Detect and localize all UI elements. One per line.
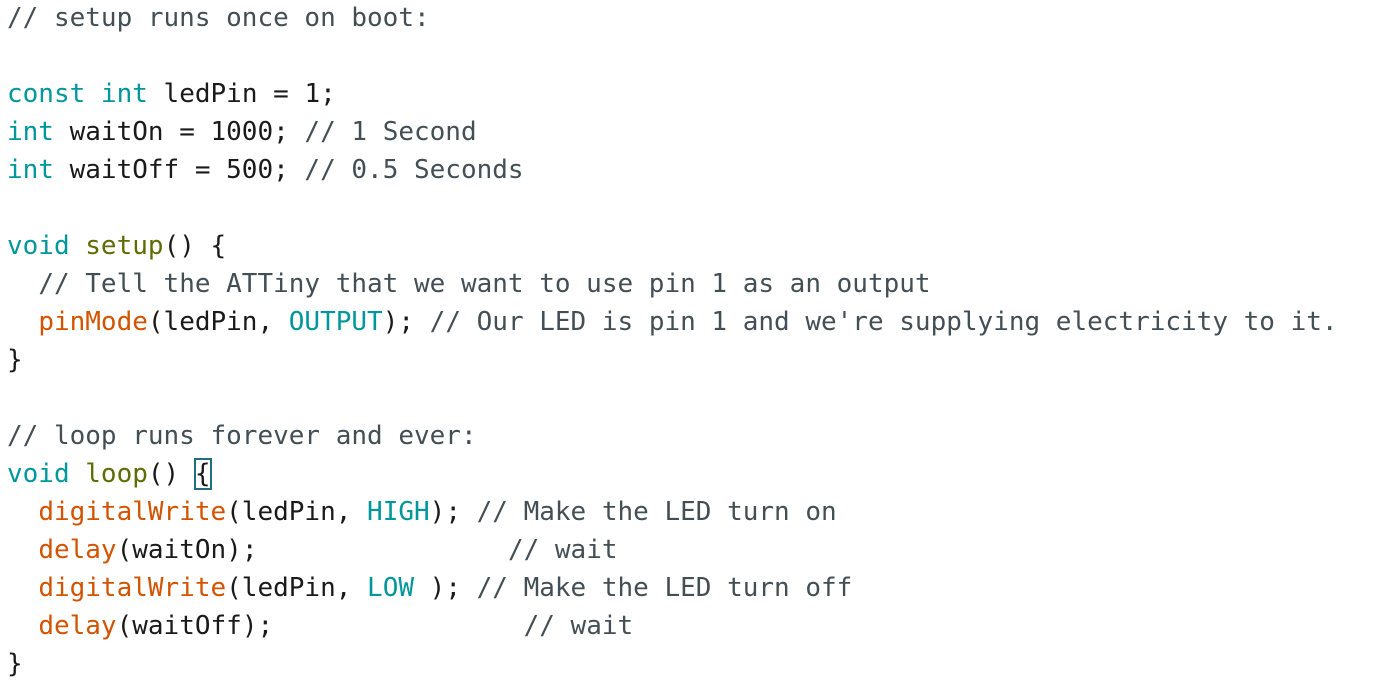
comment-token: // Our LED is pin 1 and we're supplying … bbox=[429, 307, 1338, 337]
comment-token: // 0.5 Seconds bbox=[304, 155, 524, 185]
function-name-token: setup bbox=[85, 231, 164, 261]
comment-token: // 1 Second bbox=[304, 117, 477, 147]
code-token: ); bbox=[382, 307, 430, 337]
code-token: waitOff = 500; bbox=[53, 155, 305, 185]
keyword-token: int bbox=[7, 155, 54, 185]
comment-token: // Make the LED turn on bbox=[476, 497, 837, 527]
code-line[interactable]: const int ledPin = 1; bbox=[7, 76, 1375, 114]
comment-token: // wait bbox=[523, 611, 634, 641]
code-token: () { bbox=[163, 231, 227, 261]
constant-token: OUTPUT bbox=[288, 307, 383, 337]
keyword-token: void bbox=[7, 459, 70, 489]
keyword-token: int bbox=[100, 79, 148, 109]
code-token: ); bbox=[429, 497, 477, 527]
function-call-token: delay bbox=[38, 535, 117, 565]
function-call-token: digitalWrite bbox=[38, 497, 227, 527]
code-line[interactable]: } bbox=[7, 342, 1375, 380]
code-token: (ledPin, bbox=[226, 497, 368, 527]
function-call-token: delay bbox=[38, 611, 117, 641]
code-line[interactable]: int waitOn = 1000; // 1 Second bbox=[7, 114, 1375, 152]
constant-token: LOW bbox=[367, 573, 415, 603]
code-line[interactable] bbox=[7, 190, 1375, 228]
comment-token: // wait bbox=[507, 535, 618, 565]
comment-token: // Make the LED turn off bbox=[476, 573, 853, 603]
code-line[interactable]: // Tell the ATTiny that we want to use p… bbox=[7, 266, 1375, 304]
code-editor[interactable]: // setup runs once on boot: const int le… bbox=[7, 0, 1375, 684]
code-token: waitOn = 1000; bbox=[53, 117, 305, 147]
code-token: ledPin = 1; bbox=[147, 79, 336, 109]
function-name-token: loop bbox=[85, 459, 148, 489]
code-line[interactable]: pinMode(ledPin, OUTPUT); // Our LED is p… bbox=[7, 304, 1375, 342]
code-token: () bbox=[147, 459, 195, 489]
comment-token: // loop runs forever and ever: bbox=[7, 421, 477, 451]
code-token: (ledPin, bbox=[226, 573, 368, 603]
code-token: } bbox=[7, 345, 23, 375]
constant-token: HIGH bbox=[367, 497, 430, 527]
code-token: ); bbox=[414, 573, 477, 603]
code-line[interactable]: void setup() { bbox=[7, 228, 1375, 266]
code-line[interactable]: // setup runs once on boot: bbox=[7, 0, 1375, 38]
code-line[interactable]: int waitOff = 500; // 0.5 Seconds bbox=[7, 152, 1375, 190]
code-line[interactable]: } bbox=[7, 646, 1375, 684]
function-call-token: pinMode bbox=[38, 307, 148, 337]
keyword-token: void bbox=[7, 231, 70, 261]
text-cursor: { bbox=[193, 458, 212, 490]
function-call-token: digitalWrite bbox=[38, 573, 227, 603]
code-line[interactable]: digitalWrite(ledPin, LOW ); // Make the … bbox=[7, 570, 1375, 608]
code-line[interactable] bbox=[7, 38, 1375, 76]
comment-token: // Tell the ATTiny that we want to use p… bbox=[38, 269, 931, 299]
code-token: (waitOn); bbox=[116, 535, 508, 565]
code-line[interactable]: delay(waitOff); // wait bbox=[7, 608, 1375, 646]
code-line[interactable] bbox=[7, 380, 1375, 418]
code-line[interactable]: void loop() { bbox=[7, 456, 1375, 494]
code-line[interactable]: digitalWrite(ledPin, HIGH); // Make the … bbox=[7, 494, 1375, 532]
keyword-token: int bbox=[7, 117, 54, 147]
code-token: (waitOff); bbox=[116, 611, 524, 641]
keyword-token: const bbox=[7, 79, 86, 109]
code-token: (ledPin, bbox=[147, 307, 289, 337]
comment-token: // setup runs once on boot: bbox=[7, 3, 430, 33]
code-token: } bbox=[7, 649, 23, 679]
code-line[interactable]: delay(waitOn); // wait bbox=[7, 532, 1375, 570]
code-line[interactable]: // loop runs forever and ever: bbox=[7, 418, 1375, 456]
